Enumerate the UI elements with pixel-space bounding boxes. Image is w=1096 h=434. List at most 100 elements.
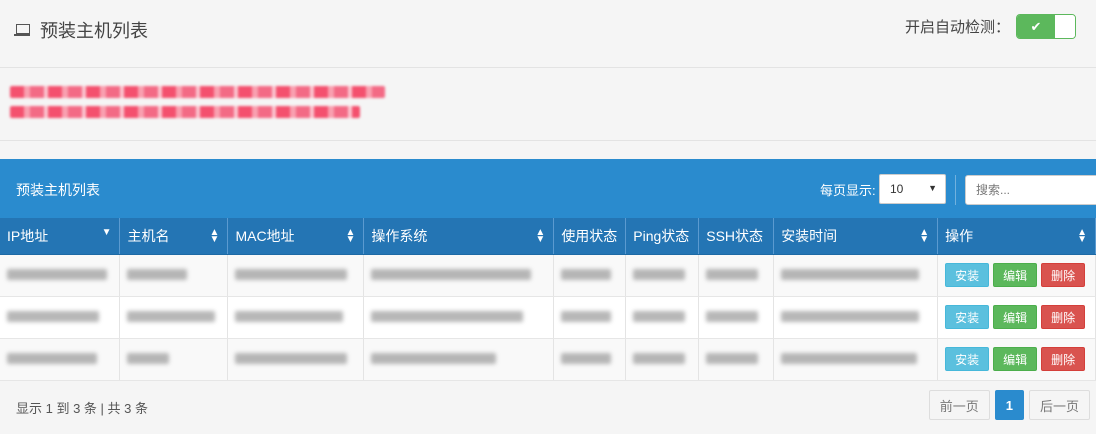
- perpage-select[interactable]: 10 ▼: [879, 174, 946, 204]
- col-install-time[interactable]: 安装时间 ▲ ▼: [773, 218, 939, 255]
- hostname-cell: [119, 296, 229, 339]
- delete-button[interactable]: 删除: [1041, 347, 1086, 371]
- ssh-status-cell: [698, 338, 775, 381]
- os-cell: [363, 254, 555, 297]
- next-page-button[interactable]: 后一页: [1028, 390, 1090, 420]
- edit-button[interactable]: 编辑: [993, 305, 1038, 329]
- mac-cell: [227, 338, 365, 381]
- ssh-status-cell: [698, 296, 775, 339]
- edit-button[interactable]: 编辑: [993, 347, 1038, 371]
- col-ssh-status[interactable]: SSH状态: [698, 218, 775, 255]
- page-header: 预装主机列表 开启自动检测： ✔: [0, 0, 1096, 58]
- ping-status-cell: [625, 338, 700, 381]
- notice-line: [10, 86, 385, 98]
- redacted-text: [633, 352, 686, 364]
- redacted-text: [371, 310, 524, 322]
- redacted-text: [633, 310, 686, 322]
- table-row: 安装 编辑 删除: [0, 338, 1096, 381]
- actions-cell: 安装 编辑 删除: [937, 254, 1096, 297]
- redacted-text: [781, 310, 920, 322]
- ip-cell: [0, 338, 121, 381]
- perpage-label: 每页显示:: [820, 183, 876, 198]
- col-hostname[interactable]: 主机名 ▲ ▼: [119, 218, 229, 255]
- install-button[interactable]: 安装: [945, 263, 990, 287]
- hostname-cell: [119, 338, 229, 381]
- hostname-cell: [119, 254, 229, 297]
- redacted-text: [7, 268, 107, 280]
- table-header-row: IP地址 ▼ 主机名 ▲ ▼ MAC地址 ▲ ▼ 操作系统 ▲ ▼ 使用状态 Ping状态 S…: [0, 218, 1096, 255]
- use-status-cell: [553, 338, 627, 381]
- redacted-text: [706, 268, 759, 280]
- sort-down-icon: ▼: [101, 227, 112, 238]
- col-use-status[interactable]: 使用状态: [553, 218, 627, 255]
- install-time-cell: [773, 296, 939, 339]
- delete-button[interactable]: 删除: [1041, 263, 1086, 287]
- auto-detect: 开启自动检测： ✔: [905, 14, 1076, 39]
- edit-button[interactable]: 编辑: [993, 263, 1038, 287]
- divider: [0, 67, 1096, 68]
- col-actions[interactable]: 操作 ▲ ▼: [937, 218, 1096, 255]
- table-summary: 显示 1 到 3 条 | 共 3 条: [16, 401, 148, 416]
- hosts-table: IP地址 ▼ 主机名 ▲ ▼ MAC地址 ▲ ▼ 操作系统 ▲ ▼ 使用状态 Ping状态 S…: [0, 218, 1096, 381]
- panel-title: 预装主机列表: [16, 182, 100, 198]
- toggle-knob: [1055, 15, 1075, 38]
- redacted-text: [127, 310, 216, 322]
- redacted-text: [7, 310, 99, 322]
- col-mac[interactable]: MAC地址 ▲ ▼: [227, 218, 365, 255]
- separator: [955, 175, 956, 205]
- redacted-text: [706, 352, 759, 364]
- ssh-status-cell: [698, 254, 775, 297]
- redacted-text: [235, 268, 348, 280]
- sort-icon: ▲ ▼: [919, 227, 930, 245]
- sort-icon: ▲ ▼: [535, 227, 546, 245]
- install-time-cell: [773, 338, 939, 381]
- redacted-text: [235, 310, 344, 322]
- caret-down-icon: ▼: [928, 183, 937, 193]
- notice-line: [10, 106, 360, 118]
- use-status-cell: [553, 296, 627, 339]
- os-cell: [363, 296, 555, 339]
- redacted-text: [371, 352, 497, 364]
- prev-page-button[interactable]: 前一页: [928, 390, 990, 420]
- redacted-text: [561, 352, 612, 364]
- notice-text: [10, 86, 390, 126]
- redacted-text: [561, 268, 612, 280]
- pagination: 前一页 1 后一页: [928, 390, 1090, 420]
- sort-icon: ▲ ▼: [209, 227, 220, 245]
- actions-cell: 安装 编辑 删除: [937, 338, 1096, 381]
- col-ip[interactable]: IP地址 ▼: [0, 218, 121, 255]
- delete-button[interactable]: 删除: [1041, 305, 1086, 329]
- actions-cell: 安装 编辑 删除: [937, 296, 1096, 339]
- ip-cell: [0, 296, 121, 339]
- page-title-text: 预装主机列表: [40, 21, 148, 41]
- os-cell: [363, 338, 555, 381]
- redacted-text: [7, 352, 97, 364]
- ping-status-cell: [625, 254, 700, 297]
- auto-detect-label: 开启自动检测：: [904, 19, 1010, 36]
- redacted-text: [127, 268, 188, 280]
- col-os[interactable]: 操作系统 ▲ ▼: [363, 218, 555, 255]
- redacted-text: [235, 352, 348, 364]
- page-1-button[interactable]: 1: [994, 390, 1024, 420]
- install-button[interactable]: 安装: [945, 305, 990, 329]
- perpage-value: 10: [890, 182, 904, 196]
- col-ping-status[interactable]: Ping状态: [625, 218, 700, 255]
- sort-icon: ▲ ▼: [345, 227, 356, 245]
- table-row: 安装 编辑 删除: [0, 296, 1096, 339]
- redacted-text: [371, 268, 532, 280]
- redacted-text: [633, 268, 686, 280]
- search-input[interactable]: [965, 175, 1096, 205]
- page-title: 预装主机列表: [14, 17, 148, 43]
- redacted-text: [781, 352, 918, 364]
- install-button[interactable]: 安装: [945, 347, 990, 371]
- auto-detect-toggle[interactable]: ✔: [1016, 14, 1076, 39]
- check-icon: ✔: [1017, 15, 1055, 38]
- laptop-icon: [14, 23, 30, 37]
- ping-status-cell: [625, 296, 700, 339]
- install-time-cell: [773, 254, 939, 297]
- redacted-text: [561, 310, 612, 322]
- redacted-text: [706, 310, 759, 322]
- divider: [0, 140, 1096, 141]
- table-row: 安装 编辑 删除: [0, 254, 1096, 297]
- redacted-text: [781, 268, 920, 280]
